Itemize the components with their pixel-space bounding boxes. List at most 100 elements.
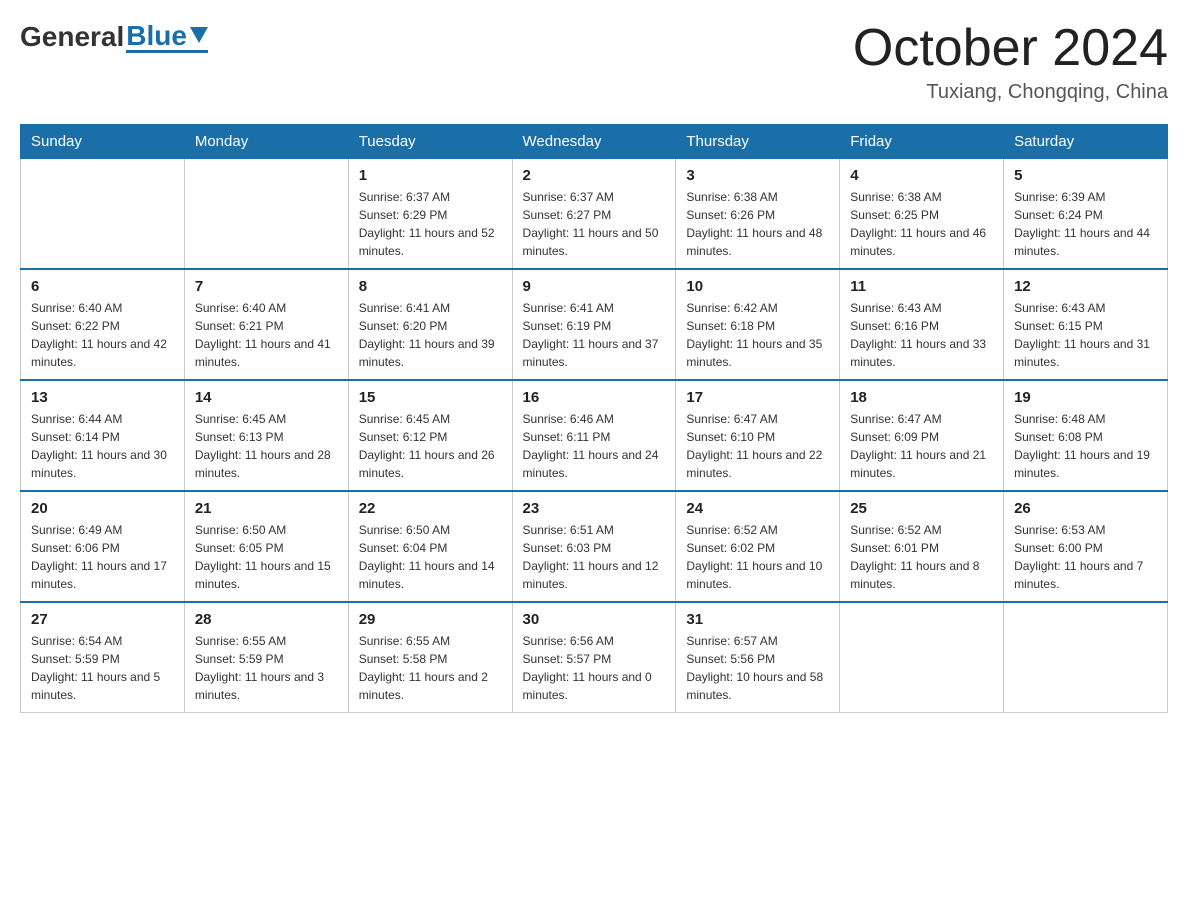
calendar-day-cell: 7 Sunrise: 6:40 AMSunset: 6:21 PMDaylight… xyxy=(184,269,348,380)
calendar-day-cell: 26Sunrise: 6:53 AMSunset: 6:00 PMDayligh… xyxy=(1004,491,1168,602)
calendar-day-cell: 31 Sunrise: 6:57 AMSunset: 5:56 PMDayligh… xyxy=(676,602,840,713)
day-number: 25 xyxy=(850,500,993,517)
day-number: 11 xyxy=(850,278,993,295)
calendar-day-cell xyxy=(1004,602,1168,713)
calendar-day-cell: 13Sunrise: 6:44 AMSunset: 6:14 PMDayligh… xyxy=(21,380,185,491)
day-info: Sunrise: 6:54 AMSunset: 5:59 PMDaylight:… xyxy=(31,632,174,704)
day-info: Sunrise: 6:46 AMSunset: 6:11 PMDaylight:… xyxy=(523,410,666,482)
calendar-day-cell: 10Sunrise: 6:42 AMSunset: 6:18 PMDayligh… xyxy=(676,269,840,380)
logo-blue-text: Blue xyxy=(126,20,187,52)
day-info: Sunrise: 6:43 AMSunset: 6:16 PMDaylight:… xyxy=(850,299,993,371)
day-number: 19 xyxy=(1014,389,1157,406)
calendar-day-cell: 29 Sunrise: 6:55 AMSunset: 5:58 PMDayligh… xyxy=(348,602,512,713)
day-number: 23 xyxy=(523,500,666,517)
calendar-day-cell: 16 Sunrise: 6:46 AMSunset: 6:11 PMDayligh… xyxy=(512,380,676,491)
logo-triangle-icon xyxy=(190,27,208,43)
calendar-day-cell: 22 Sunrise: 6:50 AMSunset: 6:04 PMDayligh… xyxy=(348,491,512,602)
day-number: 31 xyxy=(686,611,829,628)
day-info: Sunrise: 6:55 AMSunset: 5:58 PMDaylight:… xyxy=(359,632,502,704)
calendar-day-cell: 1Sunrise: 6:37 AMSunset: 6:29 PMDaylight… xyxy=(348,159,512,270)
calendar-day-cell: 3 Sunrise: 6:38 AMSunset: 6:26 PMDaylight… xyxy=(676,159,840,270)
page-subtitle: Tuxiang, Chongqing, China xyxy=(853,81,1168,104)
day-info: Sunrise: 6:40 AMSunset: 6:21 PMDaylight:… xyxy=(195,299,338,371)
calendar-day-cell: 15 Sunrise: 6:45 AMSunset: 6:12 PMDayligh… xyxy=(348,380,512,491)
col-thursday: Thursday xyxy=(676,125,840,159)
day-info: Sunrise: 6:52 AMSunset: 6:01 PMDaylight:… xyxy=(850,521,993,593)
col-saturday: Saturday xyxy=(1004,125,1168,159)
calendar-week-row: 6 Sunrise: 6:40 AMSunset: 6:22 PMDaylight… xyxy=(21,269,1168,380)
calendar-day-cell: 14 Sunrise: 6:45 AMSunset: 6:13 PMDayligh… xyxy=(184,380,348,491)
calendar-header-row: Sunday Monday Tuesday Wednesday Thursday… xyxy=(21,125,1168,159)
day-number: 6 xyxy=(31,278,174,295)
calendar-day-cell: 8 Sunrise: 6:41 AMSunset: 6:20 PMDaylight… xyxy=(348,269,512,380)
day-info: Sunrise: 6:40 AMSunset: 6:22 PMDaylight:… xyxy=(31,299,174,371)
day-info: Sunrise: 6:50 AMSunset: 6:04 PMDaylight:… xyxy=(359,521,502,593)
day-number: 22 xyxy=(359,500,502,517)
calendar-day-cell: 11 Sunrise: 6:43 AMSunset: 6:16 PMDayligh… xyxy=(840,269,1004,380)
calendar-day-cell xyxy=(21,159,185,270)
day-info: Sunrise: 6:52 AMSunset: 6:02 PMDaylight:… xyxy=(686,521,829,593)
calendar-day-cell: 24 Sunrise: 6:52 AMSunset: 6:02 PMDayligh… xyxy=(676,491,840,602)
calendar-week-row: 13Sunrise: 6:44 AMSunset: 6:14 PMDayligh… xyxy=(21,380,1168,491)
calendar-week-row: 27Sunrise: 6:54 AMSunset: 5:59 PMDayligh… xyxy=(21,602,1168,713)
day-number: 15 xyxy=(359,389,502,406)
day-info: Sunrise: 6:45 AMSunset: 6:13 PMDaylight:… xyxy=(195,410,338,482)
calendar-day-cell: 6 Sunrise: 6:40 AMSunset: 6:22 PMDaylight… xyxy=(21,269,185,380)
day-number: 2 xyxy=(523,167,666,184)
page-header: General Blue October 2024 Tuxiang, Chong… xyxy=(20,20,1168,104)
col-friday: Friday xyxy=(840,125,1004,159)
day-info: Sunrise: 6:49 AMSunset: 6:06 PMDaylight:… xyxy=(31,521,174,593)
calendar-day-cell: 4 Sunrise: 6:38 AMSunset: 6:25 PMDaylight… xyxy=(840,159,1004,270)
day-info: Sunrise: 6:41 AMSunset: 6:19 PMDaylight:… xyxy=(523,299,666,371)
day-number: 17 xyxy=(686,389,829,406)
day-number: 4 xyxy=(850,167,993,184)
day-info: Sunrise: 6:47 AMSunset: 6:09 PMDaylight:… xyxy=(850,410,993,482)
day-number: 30 xyxy=(523,611,666,628)
day-number: 3 xyxy=(686,167,829,184)
day-number: 14 xyxy=(195,389,338,406)
calendar-day-cell: 17Sunrise: 6:47 AMSunset: 6:10 PMDayligh… xyxy=(676,380,840,491)
day-number: 21 xyxy=(195,500,338,517)
day-number: 28 xyxy=(195,611,338,628)
day-info: Sunrise: 6:50 AMSunset: 6:05 PMDaylight:… xyxy=(195,521,338,593)
calendar-day-cell: 28 Sunrise: 6:55 AMSunset: 5:59 PMDayligh… xyxy=(184,602,348,713)
calendar-day-cell: 20 Sunrise: 6:49 AMSunset: 6:06 PMDayligh… xyxy=(21,491,185,602)
col-sunday: Sunday xyxy=(21,125,185,159)
calendar-day-cell: 23Sunrise: 6:51 AMSunset: 6:03 PMDayligh… xyxy=(512,491,676,602)
day-info: Sunrise: 6:43 AMSunset: 6:15 PMDaylight:… xyxy=(1014,299,1157,371)
day-info: Sunrise: 6:48 AMSunset: 6:08 PMDaylight:… xyxy=(1014,410,1157,482)
calendar-week-row: 1Sunrise: 6:37 AMSunset: 6:29 PMDaylight… xyxy=(21,159,1168,270)
day-info: Sunrise: 6:41 AMSunset: 6:20 PMDaylight:… xyxy=(359,299,502,371)
day-number: 8 xyxy=(359,278,502,295)
day-info: Sunrise: 6:57 AMSunset: 5:56 PMDaylight:… xyxy=(686,632,829,704)
day-info: Sunrise: 6:37 AMSunset: 6:29 PMDaylight:… xyxy=(359,188,502,260)
calendar-day-cell: 21 Sunrise: 6:50 AMSunset: 6:05 PMDayligh… xyxy=(184,491,348,602)
day-info: Sunrise: 6:55 AMSunset: 5:59 PMDaylight:… xyxy=(195,632,338,704)
day-number: 16 xyxy=(523,389,666,406)
day-number: 5 xyxy=(1014,167,1157,184)
day-info: Sunrise: 6:56 AMSunset: 5:57 PMDaylight:… xyxy=(523,632,666,704)
calendar-day-cell xyxy=(840,602,1004,713)
calendar-day-cell: 30 Sunrise: 6:56 AMSunset: 5:57 PMDayligh… xyxy=(512,602,676,713)
day-number: 29 xyxy=(359,611,502,628)
day-info: Sunrise: 6:38 AMSunset: 6:25 PMDaylight:… xyxy=(850,188,993,260)
day-info: Sunrise: 6:37 AMSunset: 6:27 PMDaylight:… xyxy=(523,188,666,260)
calendar-day-cell: 25 Sunrise: 6:52 AMSunset: 6:01 PMDayligh… xyxy=(840,491,1004,602)
logo-area: General Blue xyxy=(20,20,208,53)
day-number: 20 xyxy=(31,500,174,517)
calendar-day-cell: 27Sunrise: 6:54 AMSunset: 5:59 PMDayligh… xyxy=(21,602,185,713)
day-info: Sunrise: 6:38 AMSunset: 6:26 PMDaylight:… xyxy=(686,188,829,260)
logo: General Blue xyxy=(20,20,208,53)
calendar-day-cell: 18 Sunrise: 6:47 AMSunset: 6:09 PMDayligh… xyxy=(840,380,1004,491)
col-monday: Monday xyxy=(184,125,348,159)
calendar-day-cell: 12Sunrise: 6:43 AMSunset: 6:15 PMDayligh… xyxy=(1004,269,1168,380)
day-number: 7 xyxy=(195,278,338,295)
calendar-day-cell: 9Sunrise: 6:41 AMSunset: 6:19 PMDaylight… xyxy=(512,269,676,380)
day-info: Sunrise: 6:45 AMSunset: 6:12 PMDaylight:… xyxy=(359,410,502,482)
title-area: October 2024 Tuxiang, Chongqing, China xyxy=(853,20,1168,104)
calendar-table: Sunday Monday Tuesday Wednesday Thursday… xyxy=(20,124,1168,713)
day-number: 18 xyxy=(850,389,993,406)
day-number: 24 xyxy=(686,500,829,517)
calendar-day-cell xyxy=(184,159,348,270)
day-number: 10 xyxy=(686,278,829,295)
